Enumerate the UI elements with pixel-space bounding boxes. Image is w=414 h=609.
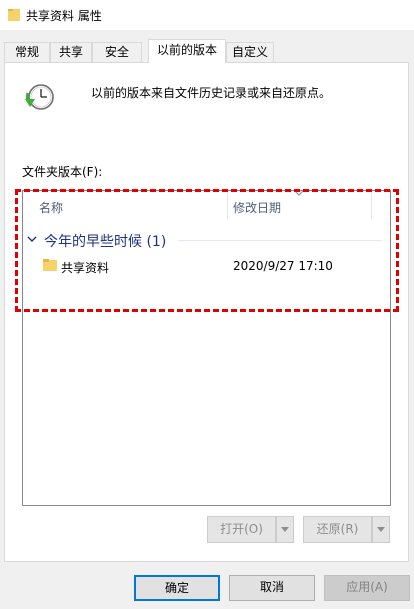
chevron-down-icon[interactable] <box>27 235 37 243</box>
column-divider[interactable] <box>371 191 372 219</box>
cancel-button[interactable]: 取消 <box>229 575 315 601</box>
column-header-modified[interactable]: 修改日期 <box>233 199 281 216</box>
chevron-down-icon <box>377 527 385 532</box>
window-title: 共享资料 属性 <box>26 9 102 23</box>
tab-customize[interactable]: 自定义 <box>226 42 274 62</box>
restore-dropdown-button[interactable] <box>372 516 390 543</box>
list-item-modified: 2020/9/27 17:10 <box>233 259 333 273</box>
tab-previous-versions[interactable]: 以前的版本 <box>148 39 226 63</box>
sort-down-icon <box>294 190 304 196</box>
ok-button[interactable]: 确定 <box>134 575 220 601</box>
restore-button[interactable]: 还原(R) <box>303 516 372 543</box>
chevron-down-icon <box>281 527 289 532</box>
group-divider <box>178 240 382 241</box>
description-text: 以前的版本来自文件历史记录或来自还原点。 <box>91 86 332 100</box>
tab-sharing[interactable]: 共享 <box>50 42 92 62</box>
column-header-name[interactable]: 名称 <box>39 199 63 216</box>
restore-clock-icon <box>25 84 54 110</box>
group-header[interactable]: 今年的早些时候 (1) <box>44 231 166 251</box>
column-divider[interactable] <box>227 191 228 219</box>
open-button[interactable]: 打开(O) <box>207 516 276 543</box>
folder-icon <box>8 9 20 21</box>
list-item-name: 共享资料 <box>61 261 110 275</box>
tab-security[interactable]: 安全 <box>92 42 142 62</box>
folder-versions-label: 文件夹版本(F): <box>22 165 103 179</box>
open-dropdown-button[interactable] <box>276 516 294 543</box>
column-header-row <box>23 191 390 223</box>
tab-general[interactable]: 常规 <box>4 42 50 62</box>
folder-icon <box>43 259 57 271</box>
apply-button[interactable]: 应用(A) <box>324 575 410 601</box>
